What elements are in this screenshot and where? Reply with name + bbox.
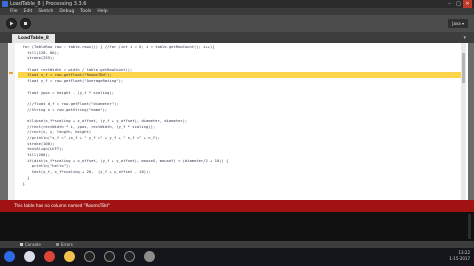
error-marker-icon [9,72,13,74]
window-controls: – □ ✕ [445,0,472,8]
tab-console-label: Console [25,242,41,247]
tab-errors[interactable]: Errors [56,241,73,248]
tray-date: 1-15-2017 [449,256,470,261]
run-button[interactable] [6,18,17,29]
stop-button[interactable] [20,18,31,29]
menu-sketch[interactable]: Sketch [38,8,53,15]
system-tray[interactable]: 13:22 1-15-2017 [449,250,470,262]
tab-loadtable-8[interactable]: LoadTable_8 [12,34,55,43]
mode-selector[interactable]: Java ▾ [448,19,468,28]
code-editor[interactable]: for (TableRow row : table.rows()) { //fo… [8,43,468,200]
stop-icon [24,22,27,25]
menu-file[interactable]: File [10,8,18,15]
file-explorer-icon[interactable] [24,251,35,262]
error-message-bar: This table has no column named "RoomsTBd… [0,200,474,212]
tab-errors-label: Errors [61,242,73,247]
console-scrollbar[interactable] [468,214,471,239]
toolbar: Java ▾ [0,15,474,32]
code-text[interactable]: for (TableRow row : table.rows()) { //fo… [18,44,466,186]
sketch-tab-bar: LoadTable_8 ▾ [0,32,474,43]
window-title: LoadTable_8 | Processing 3.3.6 [10,1,87,7]
app-icon-2[interactable] [104,251,115,262]
chrome-icon[interactable] [44,251,55,262]
maximize-icon[interactable]: □ [454,0,463,8]
play-icon [10,21,14,26]
menu-bar: File Edit Sketch Debug Tools Help [0,8,474,15]
minimize-icon[interactable]: – [445,0,454,8]
editor-scrollbar[interactable] [461,43,466,200]
editor-gutter [8,43,15,200]
close-icon[interactable]: ✕ [463,0,472,8]
processing-app-icon [2,1,8,7]
menu-tools[interactable]: Tools [80,8,91,15]
console-icon [20,243,23,246]
errors-icon [56,243,59,246]
processing-taskbar-icon[interactable] [84,251,95,262]
error-message: This table has no column named "RoomsTBd… [14,203,110,208]
scrollbar-thumb[interactable] [462,53,465,83]
menu-edit[interactable]: Edit [24,8,33,15]
window-titlebar: LoadTable_8 | Processing 3.3.6 – □ ✕ [0,0,474,8]
app-icon-3[interactable] [124,251,135,262]
folder-icon[interactable] [64,251,75,262]
menu-help[interactable]: Help [97,8,107,15]
tab-menu-arrow-icon[interactable]: ▾ [463,34,466,43]
code-line[interactable]: } [18,181,466,187]
console-area[interactable] [0,212,474,241]
console-tab-bar: Console Errors [0,241,474,248]
start-icon[interactable] [4,251,15,262]
menu-debug[interactable]: Debug [59,8,74,15]
app-icon-4[interactable] [144,251,155,262]
os-taskbar: 13:22 1-15-2017 [0,248,474,266]
tab-console[interactable]: Console [20,241,41,248]
